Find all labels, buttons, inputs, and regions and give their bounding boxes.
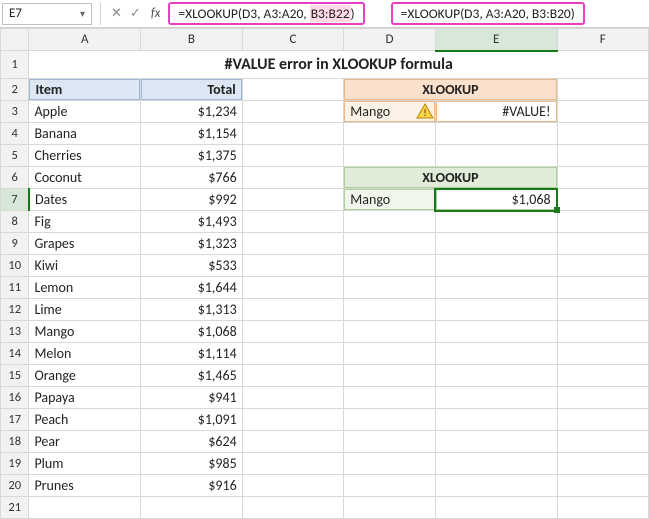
row-header[interactable]: 21 — [1, 497, 29, 519]
cell-item[interactable]: Lime — [29, 299, 140, 320]
cell-total[interactable]: $1,114 — [141, 343, 242, 364]
cell-item[interactable]: Grapes — [29, 233, 140, 254]
formula-text: ) — [351, 5, 355, 22]
cell-item[interactable]: Mango — [29, 321, 140, 342]
row-header[interactable]: 12 — [1, 299, 29, 321]
row-header[interactable]: 13 — [1, 321, 29, 343]
col-header[interactable]: A — [29, 29, 141, 51]
cell-total[interactable]: $941 — [141, 387, 242, 408]
col-header[interactable]: E — [435, 29, 557, 51]
cell-item[interactable]: Kiwi — [29, 255, 140, 276]
formula-highlight: B3:B22 — [310, 5, 351, 22]
cell-total[interactable]: $1,644 — [141, 277, 242, 298]
col-header[interactable]: F — [557, 29, 648, 51]
cell-total[interactable]: $1,313 — [141, 299, 242, 320]
cell-total[interactable]: $533 — [141, 255, 242, 276]
formula-bar: E7 ▾ ✕ ✓ fx =XLOOKUP(D3, A3:A20, B3:B22)… — [0, 0, 649, 28]
row-header[interactable]: 10 — [1, 255, 29, 277]
row-header[interactable]: 4 — [1, 123, 29, 145]
formula-display-error[interactable]: =XLOOKUP(D3, A3:A20, B3:B22) — [168, 2, 364, 25]
cell-item[interactable]: Plum — [29, 453, 140, 474]
commit-icon[interactable]: ✓ — [130, 6, 141, 21]
cell-item[interactable]: Cherries — [29, 145, 140, 166]
row-header[interactable]: 18 — [1, 431, 29, 453]
cell-item[interactable]: Papaya — [29, 387, 140, 408]
name-box[interactable]: E7 ▾ — [2, 3, 92, 25]
row-header[interactable]: 8 — [1, 211, 29, 233]
row-header[interactable]: 5 — [1, 145, 29, 167]
cell-item[interactable]: Lemon — [29, 277, 140, 298]
cell-item[interactable]: Prunes — [29, 475, 140, 496]
select-all-corner[interactable] — [1, 29, 29, 51]
formula-text: =XLOOKUP(D3, A3:A20, — [178, 5, 309, 22]
correct-result-cell[interactable]: $1,068 — [436, 189, 557, 210]
row-header[interactable]: 16 — [1, 387, 29, 409]
row-header[interactable]: 19 — [1, 453, 29, 475]
lookup-value-cell[interactable]: Mango — [344, 189, 434, 210]
row-header[interactable]: 6 — [1, 167, 29, 189]
cell-total[interactable]: $1,493 — [141, 211, 242, 232]
cell-item[interactable]: Orange — [29, 365, 140, 386]
row-header[interactable]: 17 — [1, 409, 29, 431]
table-header-total: Total — [141, 79, 242, 100]
cell-total[interactable]: $1,234 — [141, 101, 242, 122]
svg-text:!: ! — [423, 106, 426, 119]
cell-item[interactable]: Coconut — [29, 167, 140, 188]
cell-item[interactable]: Banana — [29, 123, 140, 144]
fx-icon[interactable]: fx — [151, 6, 161, 21]
formula-display-correct[interactable]: =XLOOKUP(D3, A3:A20, B3:B20) — [391, 2, 585, 25]
cell-item[interactable]: Fig — [29, 211, 140, 232]
col-header[interactable]: C — [242, 29, 344, 51]
error-result-cell[interactable]: #VALUE! — [436, 101, 557, 122]
cell-total[interactable]: $1,068 — [141, 321, 242, 342]
row-header[interactable]: 14 — [1, 343, 29, 365]
cell-total[interactable]: $1,375 — [141, 145, 242, 166]
column-header-row: A B C D E F — [1, 29, 649, 51]
cell-empty[interactable] — [558, 79, 648, 100]
cancel-icon[interactable]: ✕ — [111, 6, 122, 21]
cell-empty[interactable] — [558, 101, 648, 122]
table-header-item: Item — [29, 79, 140, 100]
row-header[interactable]: 15 — [1, 365, 29, 387]
row-header[interactable]: 11 — [1, 277, 29, 299]
cell-total[interactable]: $916 — [141, 475, 242, 496]
row-header[interactable]: 9 — [1, 233, 29, 255]
formula-bar-buttons: ✕ ✓ — [109, 6, 143, 21]
cell-total[interactable]: $624 — [141, 431, 242, 452]
xlookup-header-correct: XLOOKUP — [344, 167, 556, 188]
name-box-value: E7 — [9, 6, 22, 21]
cell-item[interactable]: Pear — [29, 431, 140, 452]
page-title: #VALUE error in XLOOKUP formula — [29, 52, 648, 79]
chevron-down-icon[interactable]: ▾ — [80, 7, 85, 20]
cell-item[interactable]: Melon — [29, 343, 140, 364]
cell-total[interactable]: $985 — [141, 453, 242, 474]
cell-total[interactable]: $1,154 — [141, 123, 242, 144]
xlookup-header-error: XLOOKUP — [344, 79, 556, 100]
divider — [100, 3, 101, 25]
cell-total[interactable]: $1,323 — [141, 233, 242, 254]
row-header[interactable]: 7 — [1, 189, 29, 211]
cell-empty[interactable] — [243, 101, 344, 122]
spreadsheet-grid[interactable]: A B C D E F 1 #VALUE error in XLOOKUP fo… — [0, 28, 649, 519]
cell-total[interactable]: $1,465 — [141, 365, 242, 386]
cell-item[interactable]: Dates — [30, 189, 140, 210]
cell-item[interactable]: Peach — [29, 409, 140, 430]
cell-empty[interactable] — [243, 79, 344, 100]
cell-total[interactable]: $1,091 — [141, 409, 242, 430]
cell-total[interactable]: $992 — [141, 189, 242, 210]
formula-text: =XLOOKUP(D3, A3:A20, B3:B20) — [401, 5, 575, 22]
col-header[interactable]: D — [344, 29, 435, 51]
col-header[interactable]: B — [141, 29, 243, 51]
row-header[interactable]: 3 — [1, 101, 29, 123]
cell-item[interactable]: Apple — [29, 101, 140, 122]
row-header[interactable]: 2 — [1, 79, 29, 101]
warning-icon[interactable]: ! — [416, 103, 434, 119]
row-header[interactable]: 1 — [1, 51, 29, 79]
row-header[interactable]: 20 — [1, 475, 29, 497]
cell-total[interactable]: $766 — [141, 167, 242, 188]
